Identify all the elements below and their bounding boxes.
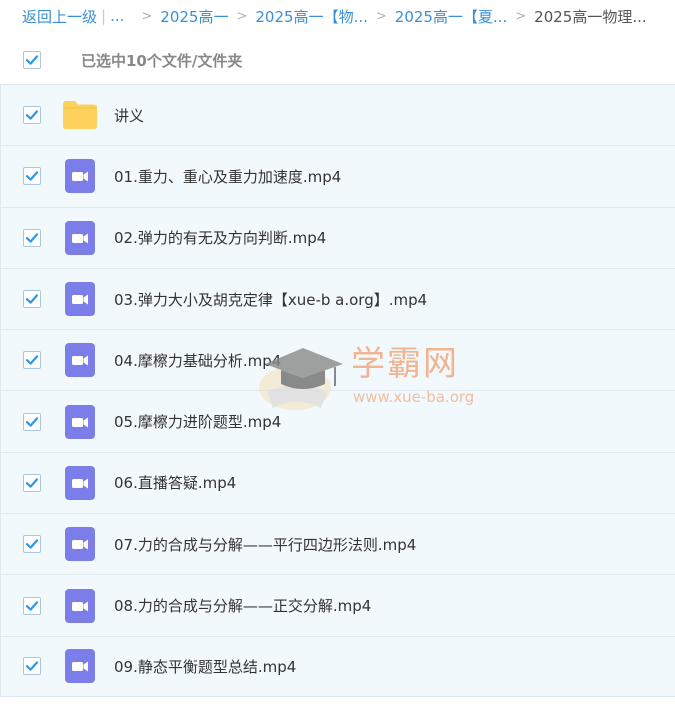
- selection-count: 已选中10个文件/文件夹: [81, 51, 243, 70]
- breadcrumb-divider: |: [101, 7, 107, 25]
- breadcrumb-current: 2025高一物理...: [534, 7, 647, 26]
- list-item[interactable]: 05.摩檫力进阶题型.mp4: [0, 390, 675, 452]
- video-icon: [62, 404, 98, 440]
- video-icon: [62, 342, 98, 378]
- file-name[interactable]: 02.弹力的有无及方向判断.mp4: [114, 227, 326, 248]
- file-name[interactable]: 讲义: [114, 105, 144, 126]
- file-name[interactable]: 08.力的合成与分解——正交分解.mp4: [114, 595, 371, 616]
- file-name[interactable]: 07.力的合成与分解——平行四边形法则.mp4: [114, 534, 416, 555]
- video-icon: [62, 220, 98, 256]
- chevron-right-icon: >: [515, 8, 527, 24]
- list-item[interactable]: 06.直播答疑.mp4: [0, 451, 675, 514]
- back-link[interactable]: 返回上一级: [22, 6, 97, 27]
- video-icon: [62, 281, 98, 317]
- item-checkbox[interactable]: [23, 351, 41, 370]
- file-name[interactable]: 05.摩檫力进阶题型.mp4: [114, 411, 281, 432]
- item-checkbox[interactable]: [23, 228, 41, 247]
- item-checkbox[interactable]: [23, 657, 41, 676]
- folder-icon: [62, 97, 98, 133]
- item-checkbox[interactable]: [23, 473, 41, 492]
- video-icon: [62, 465, 98, 501]
- file-list: 讲义 01.重力、重心及重力加速度.mp4 02.弹力的有无及方向判断.mp4 …: [0, 84, 675, 697]
- select-all-checkbox[interactable]: [23, 51, 41, 69]
- list-item[interactable]: 04.摩檫力基础分析.mp4: [0, 329, 675, 391]
- list-item[interactable]: 02.弹力的有无及方向判断.mp4: [0, 206, 675, 268]
- video-icon: [62, 158, 98, 194]
- file-name[interactable]: 03.弹力大小及胡克定律【xue-b a.org】.mp4: [114, 289, 427, 310]
- chevron-right-icon: >: [141, 8, 153, 24]
- item-checkbox[interactable]: [23, 167, 41, 186]
- breadcrumb: 返回上一级 | ... > 2025高一 > 2025高一【物... > 202…: [0, 0, 675, 32]
- file-name[interactable]: 06.直播答疑.mp4: [114, 472, 236, 493]
- breadcrumb-item[interactable]: 2025高一【夏...: [395, 6, 507, 27]
- breadcrumb-item[interactable]: 2025高一: [160, 6, 228, 27]
- file-name[interactable]: 01.重力、重心及重力加速度.mp4: [114, 166, 341, 187]
- list-item[interactable]: 01.重力、重心及重力加速度.mp4: [0, 145, 675, 207]
- list-item[interactable]: 讲义: [0, 84, 675, 146]
- video-icon: [62, 588, 98, 624]
- item-checkbox[interactable]: [23, 412, 41, 431]
- list-item[interactable]: 08.力的合成与分解——正交分解.mp4: [0, 574, 675, 636]
- video-icon: [62, 648, 98, 684]
- chevron-right-icon: >: [375, 8, 387, 24]
- breadcrumb-item[interactable]: 2025高一【物...: [255, 6, 367, 27]
- item-checkbox[interactable]: [23, 535, 41, 554]
- file-name[interactable]: 09.静态平衡题型总结.mp4: [114, 656, 296, 677]
- list-item[interactable]: 03.弹力大小及胡克定律【xue-b a.org】.mp4: [0, 267, 675, 330]
- chevron-right-icon: >: [236, 8, 248, 24]
- file-name[interactable]: 04.摩檫力基础分析.mp4: [114, 350, 281, 371]
- selection-bar: 已选中10个文件/文件夹: [0, 36, 675, 84]
- list-item[interactable]: 07.力的合成与分解——平行四边形法则.mp4: [0, 513, 675, 575]
- breadcrumb-ellipsis[interactable]: ...: [110, 7, 124, 25]
- item-checkbox[interactable]: [23, 106, 41, 125]
- item-checkbox[interactable]: [23, 290, 41, 309]
- list-item[interactable]: 09.静态平衡题型总结.mp4: [0, 635, 675, 697]
- video-icon: [62, 526, 98, 562]
- item-checkbox[interactable]: [23, 596, 41, 615]
